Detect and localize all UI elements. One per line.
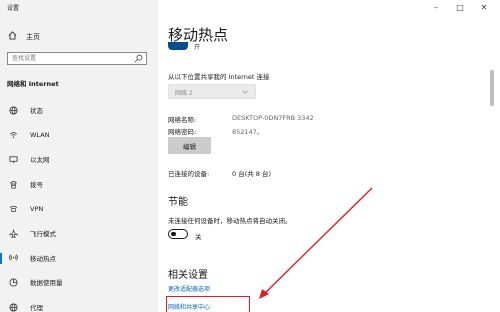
edit-button[interactable]: 编辑 <box>168 137 211 154</box>
close-button[interactable]: ✕ <box>472 0 496 14</box>
sidebar-item-label: 状态 <box>30 107 43 116</box>
sidebar-item-label: 数据使用量 <box>30 279 63 288</box>
sidebar-item-dialup[interactable]: 拨号 <box>0 172 158 197</box>
share-from-dropdown[interactable]: 网络 2 <box>168 84 256 99</box>
sidebar-item-airplane[interactable]: 飞行模式 <box>0 221 158 246</box>
power-saving-description: 未连接任何设备时，移动热点将自动关闭。 <box>168 217 292 225</box>
globe-icon <box>8 105 18 115</box>
sidebar-item-label: VPN <box>30 204 44 213</box>
sidebar-item-data-usage[interactable]: 数据使用量 <box>0 270 158 295</box>
hotspot-toggle-label: 开 <box>194 44 201 51</box>
chevron-down-icon <box>241 88 249 98</box>
home-label: 主页 <box>26 32 40 41</box>
hotspot-icon <box>8 253 18 263</box>
power-saving-heading: 节能 <box>168 197 188 208</box>
sidebar-item-label: 代理 <box>30 304 43 312</box>
sidebar-item-label: 飞行模式 <box>30 230 56 239</box>
sidebar-item-proxy[interactable]: 代理 <box>0 295 158 312</box>
sidebar-item-mobile-hotspot[interactable]: 移动热点 <box>0 246 158 271</box>
sidebar-section-heading: 网络和 Internet <box>7 80 59 88</box>
maximize-button[interactable]: □ <box>448 0 472 14</box>
sidebar-item-ethernet[interactable]: 以太网 <box>0 147 158 172</box>
search-input[interactable] <box>12 54 130 63</box>
sidebar-item-wlan[interactable]: WLAN <box>0 123 158 148</box>
annotation-highlight-box <box>166 296 250 312</box>
sidebar-item-label: 以太网 <box>30 156 50 165</box>
share-from-label: 从以下位置共享我的 Internet 连接 <box>168 73 270 81</box>
vpn-icon <box>8 204 18 214</box>
sidebar-nav: 状态 WLAN 以太网 拨号 VPN 飞行模式 移动热点 数据使用量 代理 <box>0 98 158 312</box>
sidebar-item-label: 拨号 <box>30 181 43 190</box>
sidebar: 设置 主页 网络和 Internet 状态 WLAN 以太网 拨号 <box>0 0 158 312</box>
network-password-row: 网络密码: 852147。 <box>168 126 263 136</box>
scrollbar[interactable] <box>490 70 494 106</box>
network-name-value: DESKTOP-0DN7FRB 3342 <box>232 114 314 122</box>
dialup-icon <box>8 179 18 189</box>
proxy-globe-icon <box>8 302 18 312</box>
airplane-icon <box>8 228 18 238</box>
sidebar-item-home[interactable]: 主页 <box>8 31 40 42</box>
network-name-row: 网络名称: DESKTOP-0DN7FRB 3342 <box>168 114 314 124</box>
sidebar-item-label: WLAN <box>30 130 50 139</box>
power-saving-toggle[interactable] <box>168 229 188 239</box>
connected-devices-row: 已连接的设备: 0 台(共 8 台) <box>168 168 271 178</box>
change-adapter-options-link[interactable]: 更改适配器选项 <box>168 284 210 293</box>
connected-devices-value: 0 台(共 8 台) <box>232 170 272 178</box>
search-box[interactable] <box>7 52 147 65</box>
connected-devices-label: 已连接的设备: <box>168 170 210 178</box>
minimize-button[interactable]: – <box>424 0 448 14</box>
window-controls: – □ ✕ <box>424 0 496 14</box>
network-password-label: 网络密码: <box>168 128 197 136</box>
share-from-value: 网络 2 <box>175 90 193 97</box>
ethernet-icon <box>8 154 18 164</box>
sidebar-item-label: 移动热点 <box>30 254 56 263</box>
power-saving-toggle-label: 关 <box>195 233 202 241</box>
network-name-label: 网络名称: <box>168 116 197 124</box>
network-password-value: 852147。 <box>232 128 264 136</box>
hotspot-toggle[interactable] <box>168 42 188 50</box>
search-icon[interactable] <box>134 54 143 65</box>
data-usage-icon <box>8 277 18 287</box>
wifi-icon <box>8 130 18 140</box>
app-title: 设置 <box>7 5 20 12</box>
main-content: – □ ✕ 移动热点 开 从以下位置共享我的 Internet 连接 网络 2 … <box>158 0 500 312</box>
toggle-knob <box>171 231 176 237</box>
sidebar-item-status[interactable]: 状态 <box>0 98 158 123</box>
home-icon <box>8 31 17 42</box>
sidebar-item-vpn[interactable]: VPN <box>0 196 158 221</box>
related-settings-heading: 相关设置 <box>168 270 208 281</box>
